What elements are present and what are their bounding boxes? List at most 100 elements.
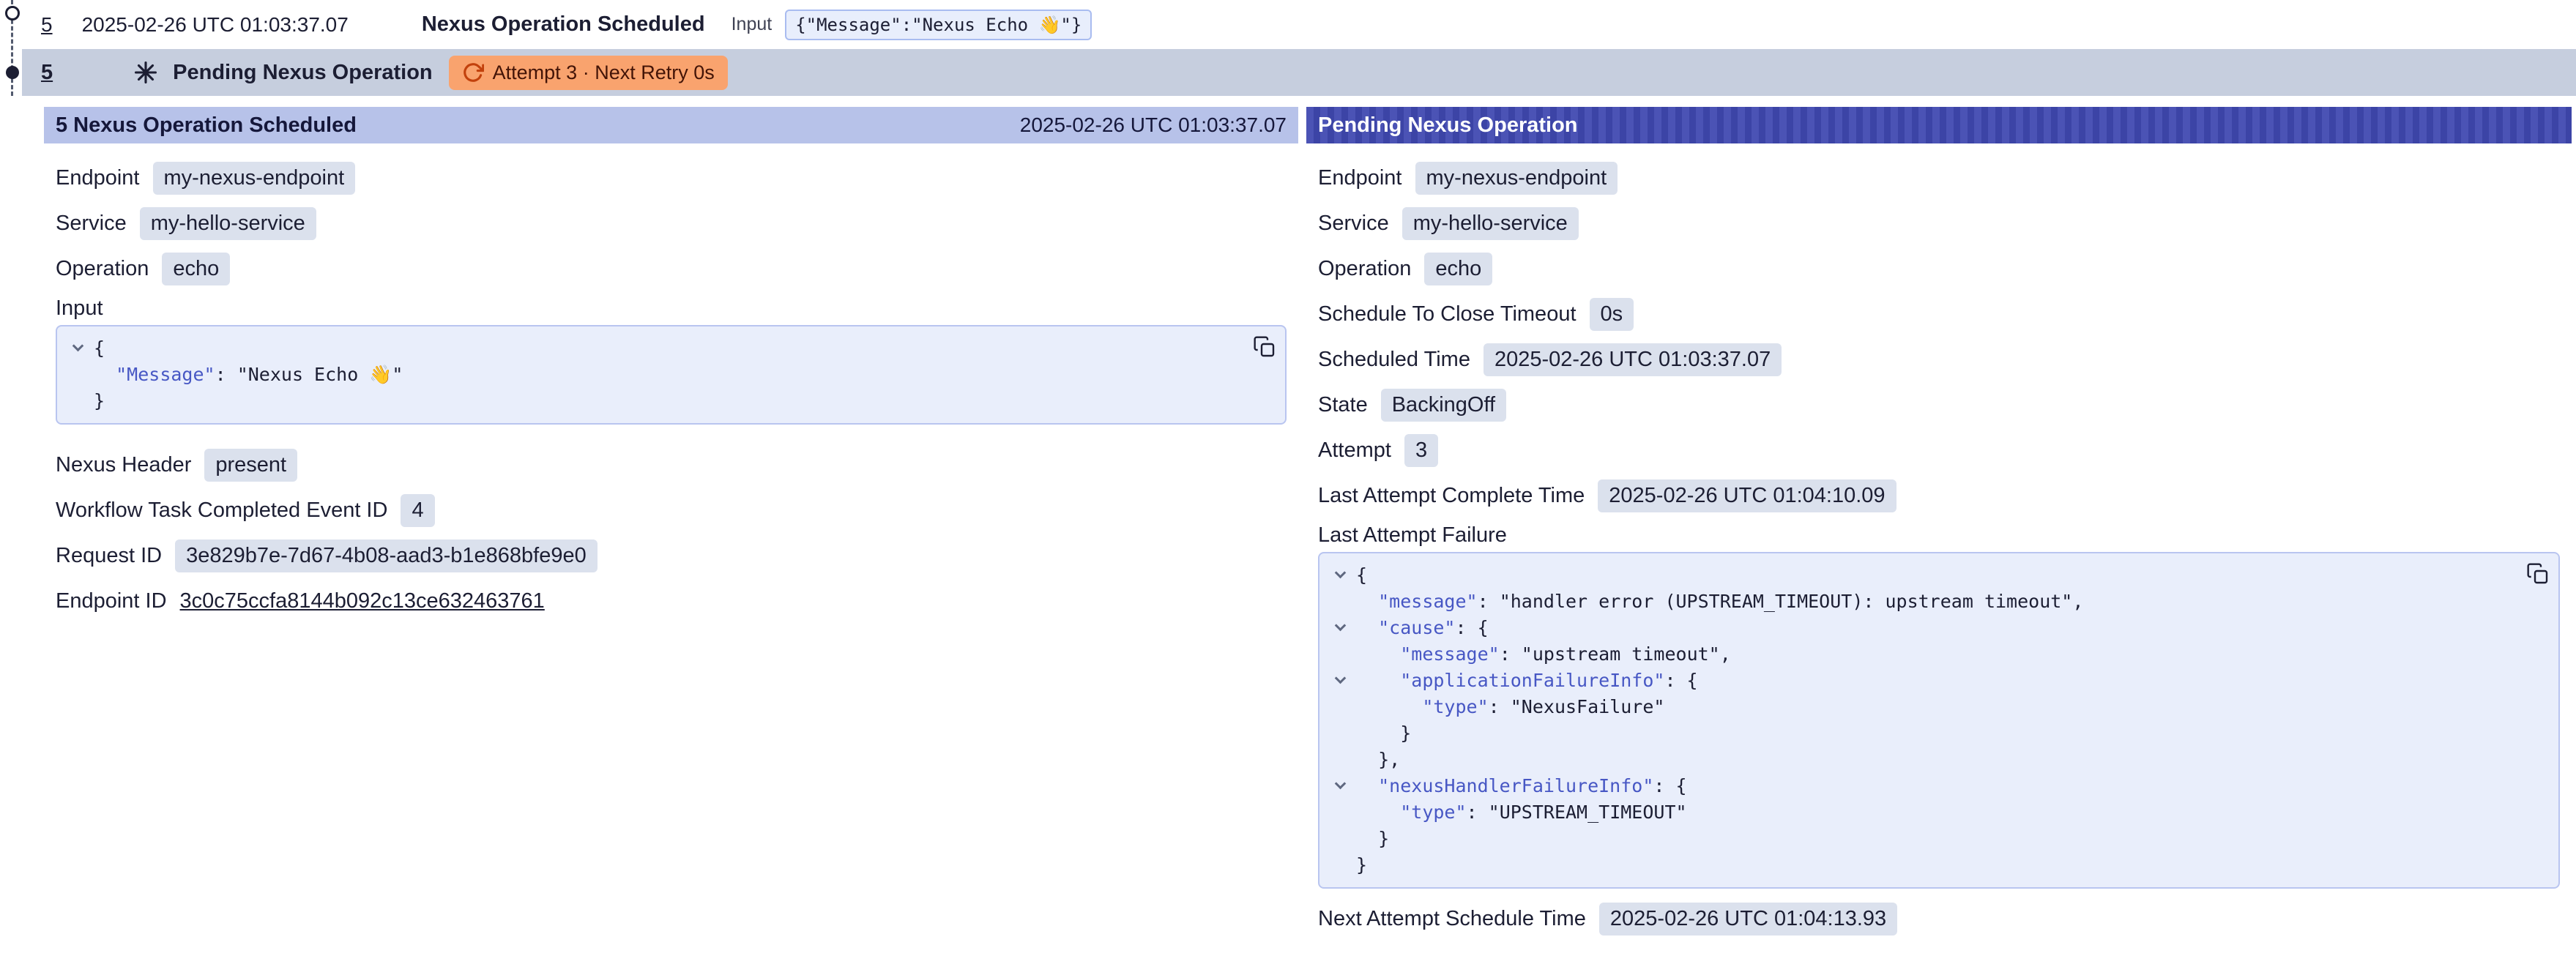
endpoint-id-link[interactable]: 3c0c75ccfa8144b092c13ce632463761 <box>180 589 545 613</box>
field-label: Service <box>1318 212 1389 236</box>
field-row: Next Attempt Schedule Time 2025-02-26 UT… <box>1318 896 2560 941</box>
code-text: } <box>94 388 105 414</box>
pending-panel-header: Pending Nexus Operation <box>1306 107 2572 143</box>
field-label: Scheduled Time <box>1318 348 1470 372</box>
code-text: } <box>1356 720 1411 747</box>
field-value-chip: 4 <box>401 494 434 527</box>
pending-panel-title: Pending Nexus Operation <box>1318 113 1578 138</box>
field-row: Attempt 3 <box>1318 427 2560 473</box>
attempt-retry-badge: Attempt 3 · Next Retry 0s <box>449 56 728 90</box>
field-value-chip: 2025-02-26 UTC 01:04:10.09 <box>1598 479 1896 512</box>
retry-refresh-icon <box>462 61 484 83</box>
field-value-chip: BackingOff <box>1381 389 1506 422</box>
code-line: }, <box>1324 747 2514 773</box>
field-label: Last Attempt Complete Time <box>1318 484 1585 508</box>
event-id-link[interactable]: 5 <box>41 13 53 37</box>
field-row: Operation echo <box>1318 246 2560 291</box>
code-text: "nexusHandlerFailureInfo": { <box>1356 773 1687 799</box>
pending-asterisk-icon <box>133 60 158 85</box>
code-text: } <box>1356 852 1367 878</box>
field-value-chip: echo <box>1424 253 1492 285</box>
field-row: Operation echo <box>56 246 1287 291</box>
collapse-chevron-icon[interactable] <box>62 335 94 362</box>
code-text: } <box>1356 826 1389 852</box>
pending-title: Pending Nexus Operation <box>173 61 433 85</box>
code-text: }, <box>1356 747 1400 773</box>
field-label: State <box>1318 393 1368 417</box>
field-label: Workflow Task Completed Event ID <box>56 498 387 523</box>
code-gutter <box>1324 589 1356 615</box>
field-row: Endpoint my-nexus-endpoint <box>56 155 1287 201</box>
code-line: { <box>1324 562 2514 589</box>
field-label: Operation <box>1318 257 1411 281</box>
input-preview-chip: {"Message":"Nexus Echo 👋"} <box>785 10 1092 40</box>
field-label: Endpoint ID <box>56 589 167 613</box>
code-text: { <box>94 335 105 362</box>
field-row: Endpoint ID 3c0c75ccfa8144b092c13ce63246… <box>56 578 1287 624</box>
field-row: Schedule To Close Timeout 0s <box>1318 291 2560 337</box>
code-gutter <box>1324 641 1356 668</box>
collapse-chevron-icon[interactable] <box>1324 668 1356 694</box>
input-section-label: Input <box>56 291 1287 325</box>
scheduled-panel-timestamp: 2025-02-26 UTC 01:03:37.07 <box>1020 113 1287 137</box>
field-row: Endpoint my-nexus-endpoint <box>1318 155 2560 201</box>
code-text: "applicationFailureInfo": { <box>1356 668 1698 694</box>
collapse-chevron-icon[interactable] <box>1324 562 1356 589</box>
field-label: Schedule To Close Timeout <box>1318 302 1577 326</box>
code-text: "type": "UPSTREAM_TIMEOUT" <box>1356 799 1687 826</box>
collapse-chevron-icon[interactable] <box>1324 615 1356 641</box>
code-line: } <box>62 388 1241 414</box>
scheduled-panel-header: 5 Nexus Operation Scheduled 2025-02-26 U… <box>44 107 1298 143</box>
code-gutter <box>1324 694 1356 720</box>
attempt-retry-label: Attempt 3 · Next Retry 0s <box>493 61 715 84</box>
field-row: State BackingOff <box>1318 382 2560 427</box>
code-line: "Message": "Nexus Echo 👋" <box>62 362 1241 388</box>
input-label: Input <box>732 14 773 35</box>
code-text: "message": "upstream timeout", <box>1356 641 1731 668</box>
field-value-chip: 3 <box>1404 434 1438 467</box>
code-gutter <box>62 362 94 388</box>
field-value-chip: 0s <box>1590 298 1634 331</box>
field-label: Attempt <box>1318 438 1391 463</box>
code-text: "type": "NexusFailure" <box>1356 694 1664 720</box>
field-row: Service my-hello-service <box>56 201 1287 246</box>
collapse-chevron-icon[interactable] <box>1324 773 1356 799</box>
field-value-chip: 3e829b7e-7d67-4b08-aad3-b1e868bfe9e0 <box>175 539 598 572</box>
event-id-link[interactable]: 5 <box>41 61 53 85</box>
code-gutter <box>62 388 94 414</box>
code-gutter <box>1324 747 1356 773</box>
copy-icon[interactable] <box>2526 562 2550 586</box>
code-line: "type": "NexusFailure" <box>1324 694 2514 720</box>
field-label: Service <box>56 212 127 236</box>
code-line: "cause": { <box>1324 615 2514 641</box>
field-value-chip: echo <box>162 253 230 285</box>
event-detail-panels: 5 Nexus Operation Scheduled 2025-02-26 U… <box>44 107 2572 941</box>
failure-code-block: { "message": "handler error (UPSTREAM_TI… <box>1318 552 2560 889</box>
code-line: "nexusHandlerFailureInfo": { <box>1324 773 2514 799</box>
field-value-chip: 2025-02-26 UTC 01:03:37.07 <box>1484 343 1782 376</box>
code-line: } <box>1324 852 2514 878</box>
field-value-chip: my-nexus-endpoint <box>1415 162 1618 195</box>
field-label: Operation <box>56 257 149 281</box>
copy-icon[interactable] <box>1253 335 1276 359</box>
code-gutter <box>1324 852 1356 878</box>
code-line: "message": "upstream timeout", <box>1324 641 2514 668</box>
code-line: "message": "handler error (UPSTREAM_TIME… <box>1324 589 2514 615</box>
code-gutter <box>1324 826 1356 852</box>
pending-operation-panel: Pending Nexus Operation Endpoint my-nexu… <box>1306 107 2572 941</box>
field-value-chip: my-hello-service <box>1402 207 1579 240</box>
event-title: Nexus Operation Scheduled <box>422 12 705 37</box>
code-line: } <box>1324 720 2514 747</box>
field-row: Workflow Task Completed Event ID 4 <box>56 488 1287 533</box>
field-value-chip: my-nexus-endpoint <box>153 162 356 195</box>
field-label: Next Attempt Schedule Time <box>1318 907 1586 931</box>
pending-operation-row[interactable]: 5 Pending Nexus Operation Attempt 3 · Ne… <box>22 49 2576 96</box>
code-line: { <box>62 335 1241 362</box>
field-row: Service my-hello-service <box>1318 201 2560 246</box>
code-line: } <box>1324 826 2514 852</box>
code-line: "type": "UPSTREAM_TIMEOUT" <box>1324 799 2514 826</box>
event-row-scheduled[interactable]: 5 2025-02-26 UTC 01:03:37.07 Nexus Opera… <box>41 0 2576 49</box>
event-timestamp: 2025-02-26 UTC 01:03:37.07 <box>82 13 349 37</box>
timeline-pending-dot-icon <box>6 66 19 79</box>
field-row: Last Attempt Complete Time 2025-02-26 UT… <box>1318 473 2560 518</box>
